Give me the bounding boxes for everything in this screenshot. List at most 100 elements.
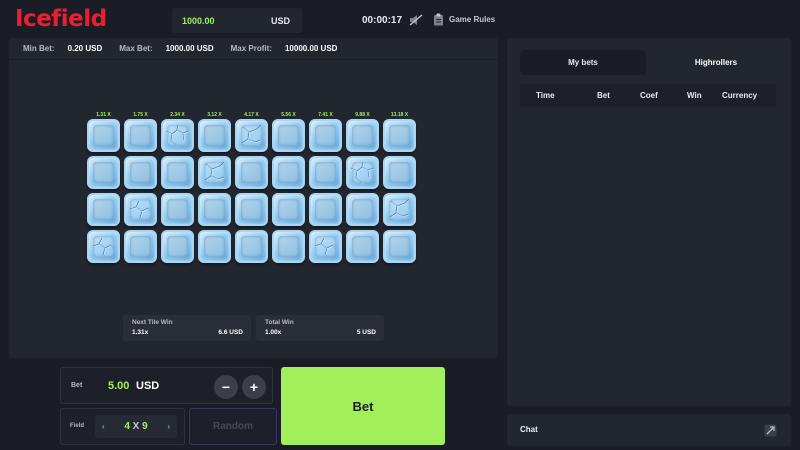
column-multiplier: 13.18 X — [390, 112, 409, 118]
max-profit-value: 10000.00 USD — [284, 44, 338, 53]
bet-button[interactable]: Bet — [281, 367, 445, 445]
field-size-value: 4 X 9 — [124, 421, 147, 432]
tab-my-bets[interactable]: My bets — [520, 50, 646, 75]
ice-tile[interactable] — [161, 230, 194, 263]
total-win-amount: 5 USD — [356, 329, 376, 336]
ice-tile[interactable] — [87, 156, 120, 189]
decrease-bet-button[interactable]: − — [214, 375, 238, 399]
ice-tile[interactable] — [346, 193, 379, 226]
max-bet-value: 1000.00 USD — [165, 44, 214, 53]
chat-label: Chat — [520, 425, 538, 434]
ice-tile[interactable] — [346, 119, 379, 152]
cracked-ice-tile[interactable] — [198, 156, 231, 189]
ice-tile[interactable] — [272, 230, 305, 263]
ice-tile[interactable] — [235, 230, 268, 263]
ice-tile[interactable] — [124, 230, 157, 263]
next-tile-win-amount: 6.6 USD — [218, 329, 243, 336]
bet-label: Bet — [71, 382, 83, 389]
ice-tile[interactable] — [383, 230, 416, 263]
ice-tile[interactable] — [124, 119, 157, 152]
ice-tile[interactable] — [272, 193, 305, 226]
cracked-ice-tile[interactable] — [383, 193, 416, 226]
column-multiplier: 4.17 X — [244, 112, 259, 118]
bet-amount-value[interactable]: 5.00 — [108, 380, 129, 392]
ice-tile[interactable] — [272, 119, 305, 152]
ice-tile[interactable] — [124, 156, 157, 189]
ice-tile[interactable] — [383, 156, 416, 189]
expand-chat-icon[interactable] — [764, 424, 777, 437]
game-rules-label: Game Rules — [449, 15, 496, 24]
column-multiplier: 5.56 X — [281, 112, 296, 118]
chevron-left-icon[interactable]: ‹ — [102, 422, 105, 431]
field-rows-value: 4 — [124, 421, 130, 432]
bets-panel: My bets Highrollers Time Bet Coef Win Cu… — [507, 38, 791, 406]
max-bet-label: Max Bet: — [119, 44, 153, 53]
increase-bet-button[interactable]: + — [242, 375, 266, 399]
tab-highrollers[interactable]: Highrollers — [653, 50, 779, 75]
random-button[interactable]: Random — [189, 408, 277, 445]
next-tile-win-title: Next Tile Win — [132, 319, 173, 326]
min-bet-label: Min Bet: — [23, 44, 55, 53]
cracked-ice-tile[interactable] — [346, 156, 379, 189]
cracked-ice-tile[interactable] — [124, 193, 157, 226]
crack-icon — [350, 161, 375, 184]
column-multiplier: 7.41 X — [318, 112, 333, 118]
session-timer: 00:00:17 — [362, 15, 403, 26]
crack-icon — [314, 237, 338, 259]
crack-icon — [204, 161, 225, 181]
ice-tile[interactable] — [309, 119, 342, 152]
ice-tile[interactable] — [272, 156, 305, 189]
ice-tile[interactable] — [235, 156, 268, 189]
game-panel: Min Bet: 0.20 USD Max Bet: 1000.00 USD M… — [9, 38, 498, 358]
crack-icon — [92, 237, 116, 259]
cracked-ice-tile[interactable] — [309, 230, 342, 263]
balance-currency: USD — [270, 15, 290, 26]
ice-tile[interactable] — [198, 230, 231, 263]
chevron-right-icon[interactable]: › — [167, 422, 170, 431]
game-rules-button[interactable]: Game Rules — [433, 13, 495, 26]
ice-tile[interactable] — [309, 156, 342, 189]
sound-off-icon[interactable] — [409, 14, 423, 26]
max-profit-label: Max Profit: — [230, 44, 272, 53]
column-multiplier: 3.12 X — [207, 112, 222, 118]
cracked-ice-tile[interactable] — [87, 230, 120, 263]
field-x-separator: X — [132, 421, 140, 432]
crack-icon — [129, 200, 153, 222]
ice-tile[interactable] — [198, 193, 231, 226]
ice-tile[interactable] — [87, 119, 120, 152]
ice-tile[interactable] — [346, 230, 379, 263]
balance-display: 1000.00 USD — [172, 8, 302, 33]
column-header-coef: Coef — [640, 90, 658, 100]
crack-icon — [389, 198, 410, 218]
column-header-time: Time — [536, 90, 555, 100]
total-win-multiplier: 1.00x — [265, 329, 282, 336]
field-size-control: Field ‹ 4 X 9 › — [60, 408, 185, 445]
ice-tile[interactable] — [161, 156, 194, 189]
column-multiplier: 2.34 X — [170, 112, 185, 118]
bets-table-header: Time Bet Coef Win Currency — [520, 84, 776, 106]
next-tile-win-multiplier: 1.31x — [132, 329, 149, 336]
field-cols-value: 9 — [142, 421, 148, 432]
balance-amount: 1000.00 — [182, 15, 215, 26]
ice-tile[interactable] — [383, 119, 416, 152]
ice-tile[interactable] — [309, 193, 342, 226]
column-multiplier: 9.88 X — [355, 112, 370, 118]
ice-tile[interactable] — [87, 193, 120, 226]
ice-tile[interactable] — [235, 193, 268, 226]
bet-amount-control: Bet 5.00 USD − + — [60, 367, 273, 404]
crack-icon — [165, 124, 190, 147]
cracked-ice-tile[interactable] — [235, 119, 268, 152]
ice-tile[interactable] — [161, 193, 194, 226]
column-header-currency: Currency — [722, 90, 758, 100]
column-header-win: Win — [687, 90, 702, 100]
cracked-ice-tile[interactable] — [161, 119, 194, 152]
column-header-bet: Bet — [597, 90, 610, 100]
column-multiplier: 1.75 X — [133, 112, 148, 118]
min-bet-value: 0.20 USD — [67, 44, 103, 53]
ice-tile-grid — [87, 119, 416, 263]
total-win-box: Total Win 1.00x 5 USD — [256, 315, 384, 341]
crack-icon — [241, 124, 262, 144]
ice-tile[interactable] — [198, 119, 231, 152]
chat-bar[interactable]: Chat — [507, 414, 791, 446]
total-win-title: Total Win — [265, 319, 294, 326]
